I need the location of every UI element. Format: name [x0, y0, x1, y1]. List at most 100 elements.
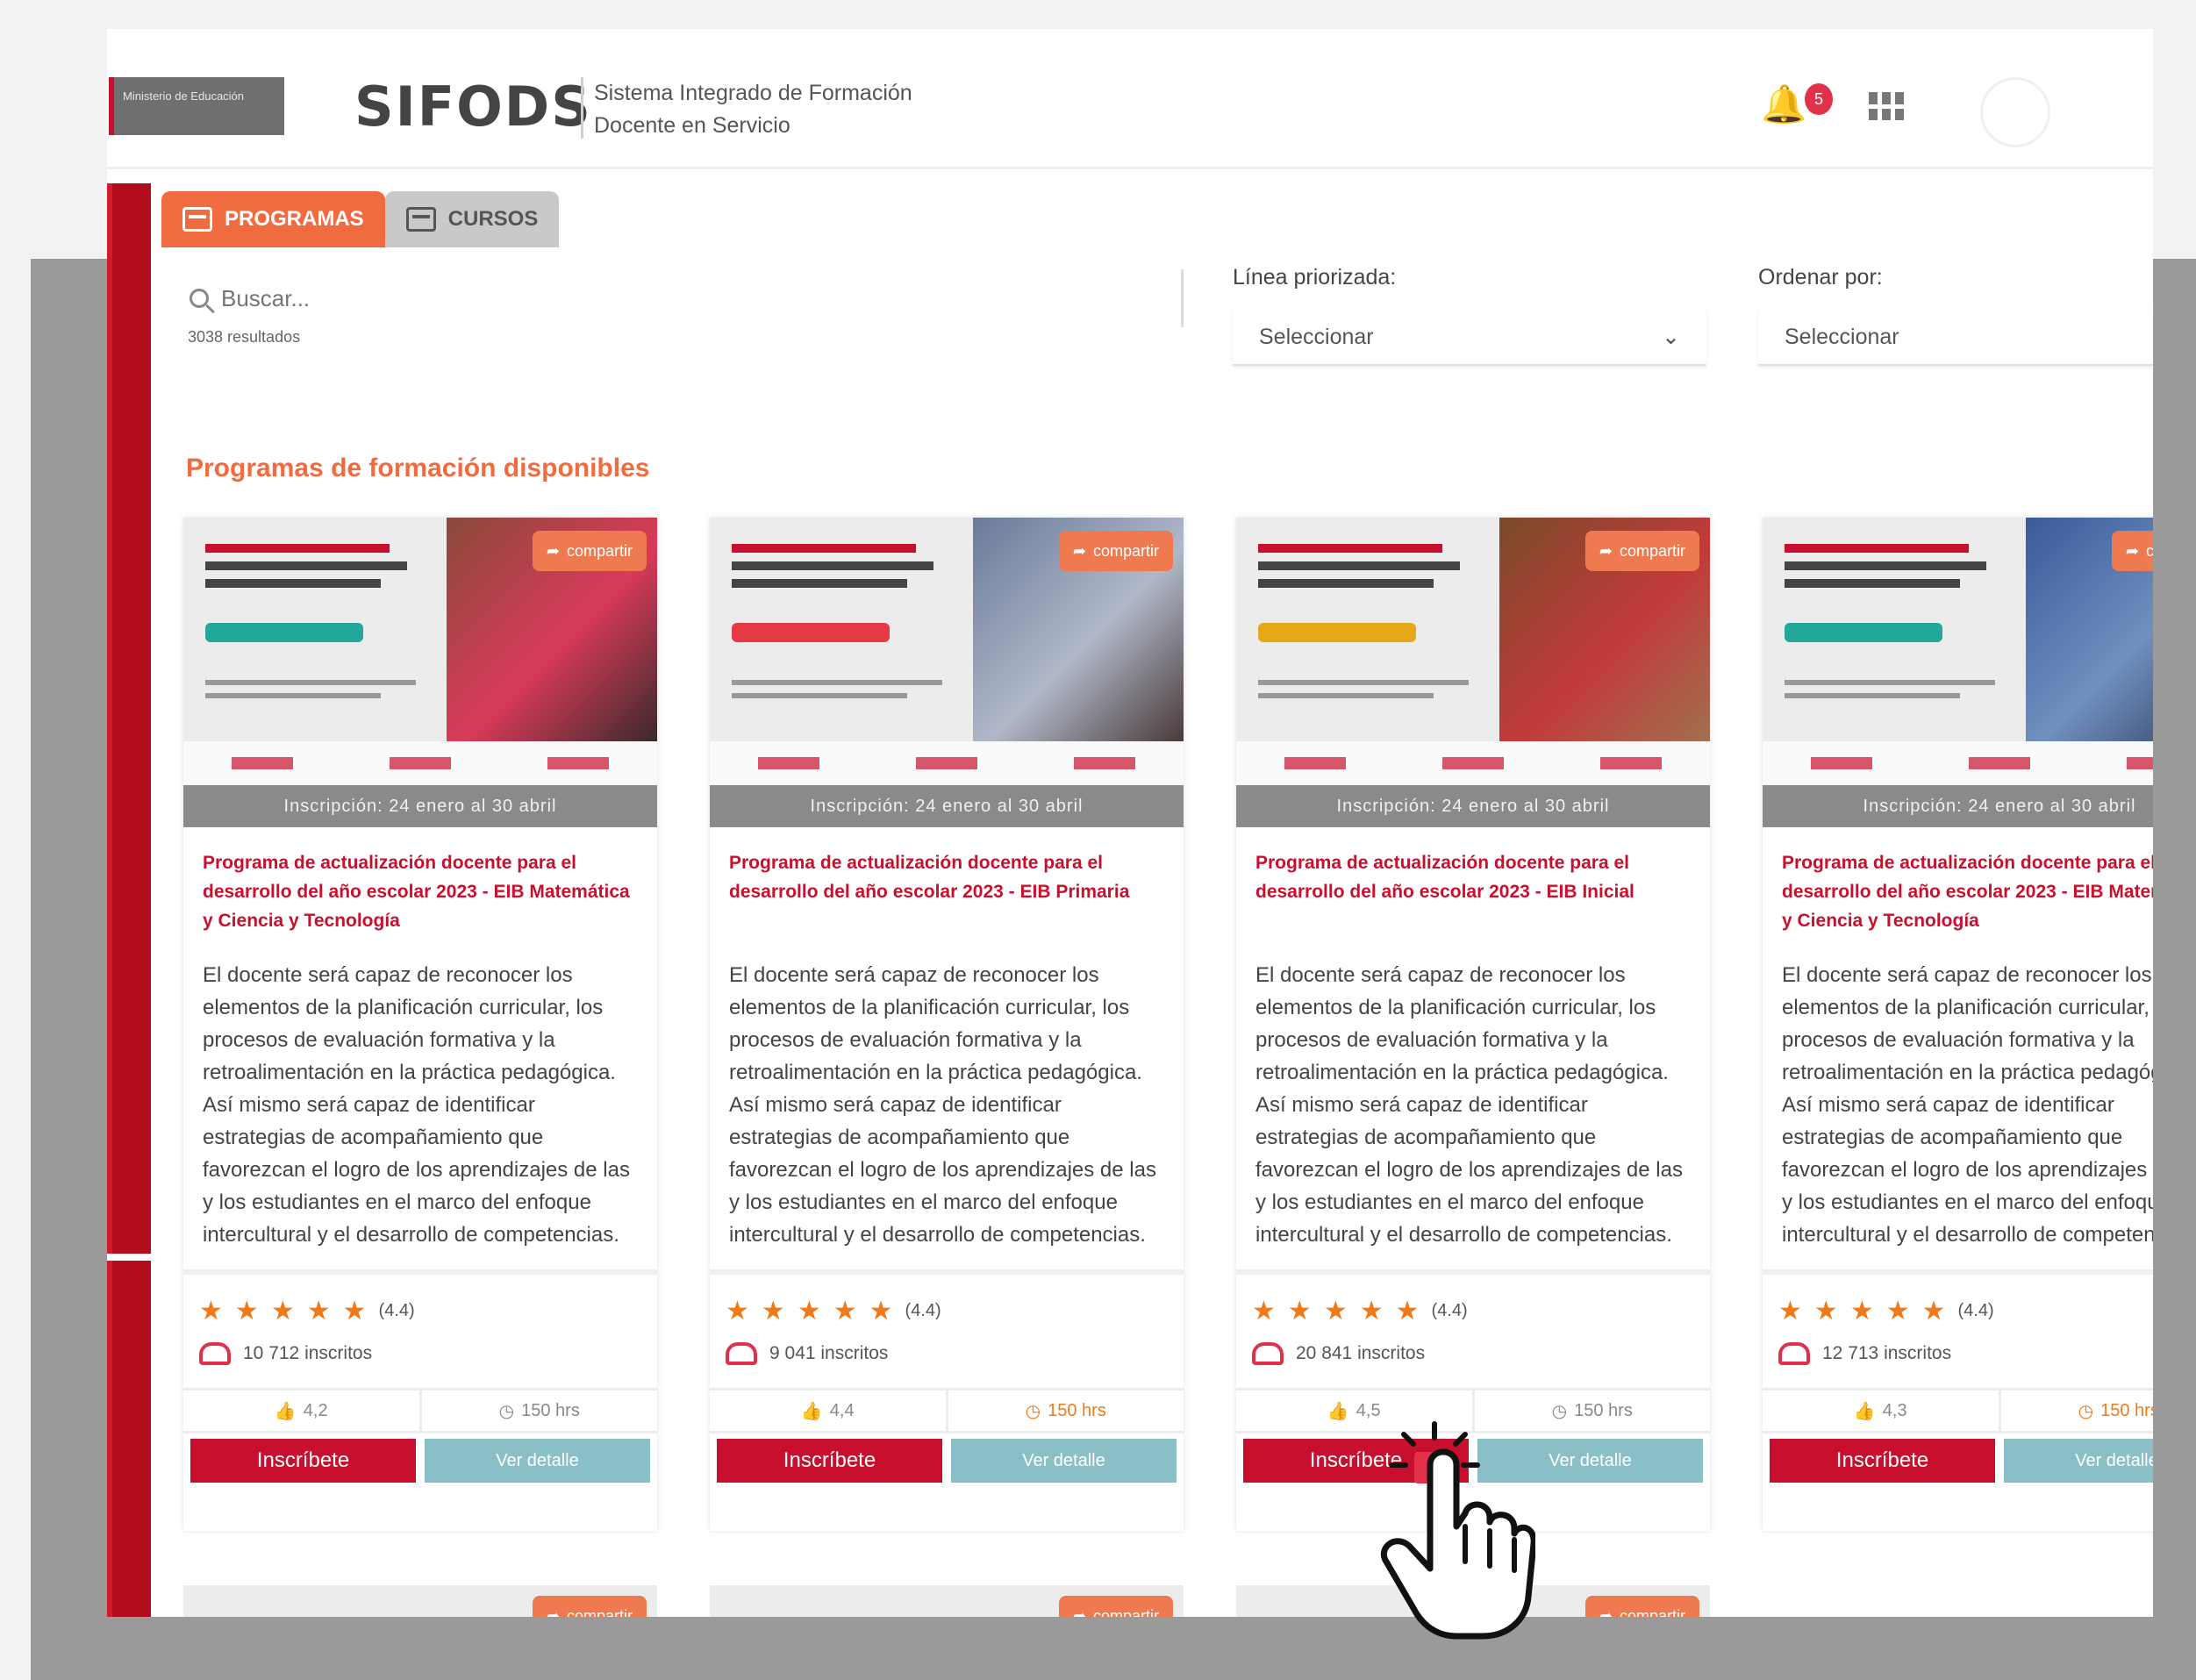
apps-grid-icon[interactable] [1869, 92, 1904, 120]
share-label: compartir [2145, 541, 2153, 560]
enrollment-dates: Inscripción: 24 enero al 30 abril [1763, 785, 2153, 827]
share-button[interactable]: ➦ compartir [1058, 531, 1173, 571]
share-label: compartir [1092, 541, 1159, 560]
star-icon: ★ [1395, 1297, 1420, 1326]
program-title[interactable]: Programa de actualización docente para e… [183, 827, 657, 943]
program-banner-image[interactable]: ➦ compartir [1763, 518, 2153, 785]
likes-value: 4,3 [1882, 1400, 1907, 1420]
star-icon: ★ [1813, 1297, 1838, 1326]
duration-value: 150 hrs [1574, 1400, 1633, 1420]
bell-icon[interactable]: 🔔 [1761, 83, 1806, 126]
share-label: compartir [1619, 1606, 1685, 1618]
inscribe-button[interactable]: Inscríbete [717, 1439, 942, 1483]
line-filter-select[interactable]: Seleccionar ⌄ [1233, 310, 1706, 366]
share-button[interactable]: ➦ compartir [532, 1596, 647, 1617]
top-header: Ministerio de Educación SIFODS Sistema I… [107, 29, 2153, 169]
tab-cursos[interactable]: CURSOS [384, 191, 560, 247]
program-card[interactable]: ➦ compartir Inscripción: 24 enero al 30 … [1763, 518, 2153, 1531]
star-icon: ★ [797, 1297, 821, 1326]
people-icon [1252, 1342, 1284, 1365]
share-icon: ➦ [1599, 1606, 1613, 1618]
filter-divider [1181, 269, 1184, 327]
program-banner-image[interactable]: ➦ compartir [183, 518, 657, 785]
program-card[interactable]: ➦ compartir Inscripción: 24 enero al 30 … [710, 518, 1184, 1531]
results-count: 3038 resultados [188, 328, 301, 346]
view-detail-button[interactable]: Ver detalle [425, 1439, 650, 1483]
program-card-preview[interactable]: ➦ compartir [183, 1585, 657, 1617]
avatar[interactable] [1980, 77, 2050, 147]
program-title[interactable]: Programa de actualización docente para e… [710, 827, 1184, 943]
search-area: 3038 resultados [179, 272, 1188, 347]
brand-name[interactable]: SIFODS [354, 75, 592, 139]
thumbs-up-icon: 👍 [1327, 1401, 1349, 1421]
card-stats: 👍 4,2 ◷ 150 hrs [183, 1388, 657, 1433]
main-content: 3038 resultados Línea priorizada: Selecc… [151, 247, 2153, 1617]
enrolled-label: 20 841 inscritos [1296, 1343, 1426, 1363]
enrollment-dates: Inscripción: 24 enero al 30 abril [710, 785, 1184, 827]
order-filter-select[interactable]: Seleccionar [1758, 310, 2153, 366]
thumbs-up-icon: 👍 [1853, 1401, 1876, 1421]
likes-stat[interactable]: 👍 4,2 [183, 1390, 419, 1431]
duration-stat: ◷ 150 hrs [1471, 1390, 1711, 1431]
star-icon: ★ [1885, 1297, 1910, 1326]
program-banner-image[interactable]: ➦ compartir [710, 518, 1184, 785]
government-logo[interactable]: Ministerio de Educación [109, 77, 284, 135]
likes-stat[interactable]: 👍 4,3 [1763, 1390, 1999, 1431]
rating: ★ ★ ★ ★ ★ (4.4) [183, 1275, 657, 1326]
duration-value: 150 hrs [1048, 1400, 1106, 1420]
share-button[interactable]: ➦ compartir [1058, 1596, 1173, 1618]
star-icon: ★ [1921, 1297, 1946, 1326]
share-button[interactable]: ➦ compartir [1584, 1596, 1699, 1618]
share-button[interactable]: ➦ compartir [532, 531, 647, 571]
clock-icon: ◷ [1025, 1401, 1041, 1421]
program-card-preview[interactable]: ➦ compartir [710, 1585, 1184, 1617]
tab-programas[interactable]: PROGRAMAS [161, 191, 385, 247]
enrolled-count: 20 841 inscritos [1236, 1326, 1710, 1365]
enrolled-label: 10 712 inscritos [243, 1343, 373, 1363]
app-window: Ministerio de Educación SIFODS Sistema I… [107, 29, 2153, 1617]
program-card[interactable]: ➦ compartir Inscripción: 24 enero al 30 … [183, 518, 657, 1531]
search-input[interactable] [221, 284, 747, 312]
programs-icon [182, 207, 212, 232]
people-icon [1778, 1342, 1810, 1365]
star-icon: ★ [869, 1297, 893, 1326]
likes-stat[interactable]: 👍 4,4 [710, 1390, 946, 1431]
program-title[interactable]: Programa de actualización docente para e… [1236, 827, 1710, 943]
program-banner-image[interactable]: ➦ compartir [1236, 518, 1710, 785]
program-title[interactable]: Programa de actualización docente para e… [1763, 827, 2153, 943]
view-detail-button[interactable]: Ver detalle [2004, 1439, 2153, 1483]
inscribe-button[interactable]: Inscríbete [190, 1439, 416, 1483]
hand-cursor-icon [1380, 1448, 1535, 1640]
star-icon: ★ [342, 1297, 367, 1326]
likes-value: 4,4 [829, 1400, 855, 1420]
duration-value: 150 hrs [2100, 1400, 2153, 1420]
duration-stat: ◷ 150 hrs [1998, 1390, 2153, 1431]
search-box[interactable] [179, 272, 1188, 325]
tab-programas-label: PROGRAMAS [225, 207, 364, 231]
view-detail-button[interactable]: Ver detalle [951, 1439, 1177, 1483]
star-icon: ★ [1287, 1297, 1312, 1326]
star-icon: ★ [234, 1297, 259, 1326]
duration-stat: ◷ 150 hrs [418, 1390, 658, 1431]
enrolled-count: 12 713 inscritos [1763, 1326, 2153, 1365]
share-icon: ➦ [1072, 1606, 1086, 1618]
rating-value: (4.4) [905, 1301, 941, 1320]
share-icon: ➦ [1599, 541, 1613, 560]
star-icon: ★ [306, 1297, 331, 1326]
courses-icon [405, 207, 436, 232]
program-card[interactable]: ➦ compartir Inscripción: 24 enero al 30 … [1236, 518, 1710, 1531]
line-filter-value: Seleccionar [1259, 324, 1374, 349]
left-accent-stripe [107, 183, 151, 1617]
star-icon: ★ [761, 1297, 785, 1326]
clock-icon: ◷ [2078, 1401, 2094, 1421]
share-button[interactable]: ➦ compartir [2111, 531, 2153, 571]
share-button[interactable]: ➦ compartir [1584, 531, 1699, 571]
share-label: compartir [1092, 1606, 1159, 1618]
rating: ★ ★ ★ ★ ★ (4.4) [1763, 1275, 2153, 1326]
inscribe-button[interactable]: Inscríbete [1770, 1439, 1995, 1483]
search-icon [190, 289, 209, 308]
card-stats: 👍 4,3 ◷ 150 hrs [1763, 1388, 2153, 1433]
thumbs-up-icon: 👍 [274, 1401, 297, 1421]
star-icon: ★ [199, 1297, 223, 1326]
program-card-list: ➦ compartir Inscripción: 24 enero al 30 … [183, 518, 2153, 1531]
